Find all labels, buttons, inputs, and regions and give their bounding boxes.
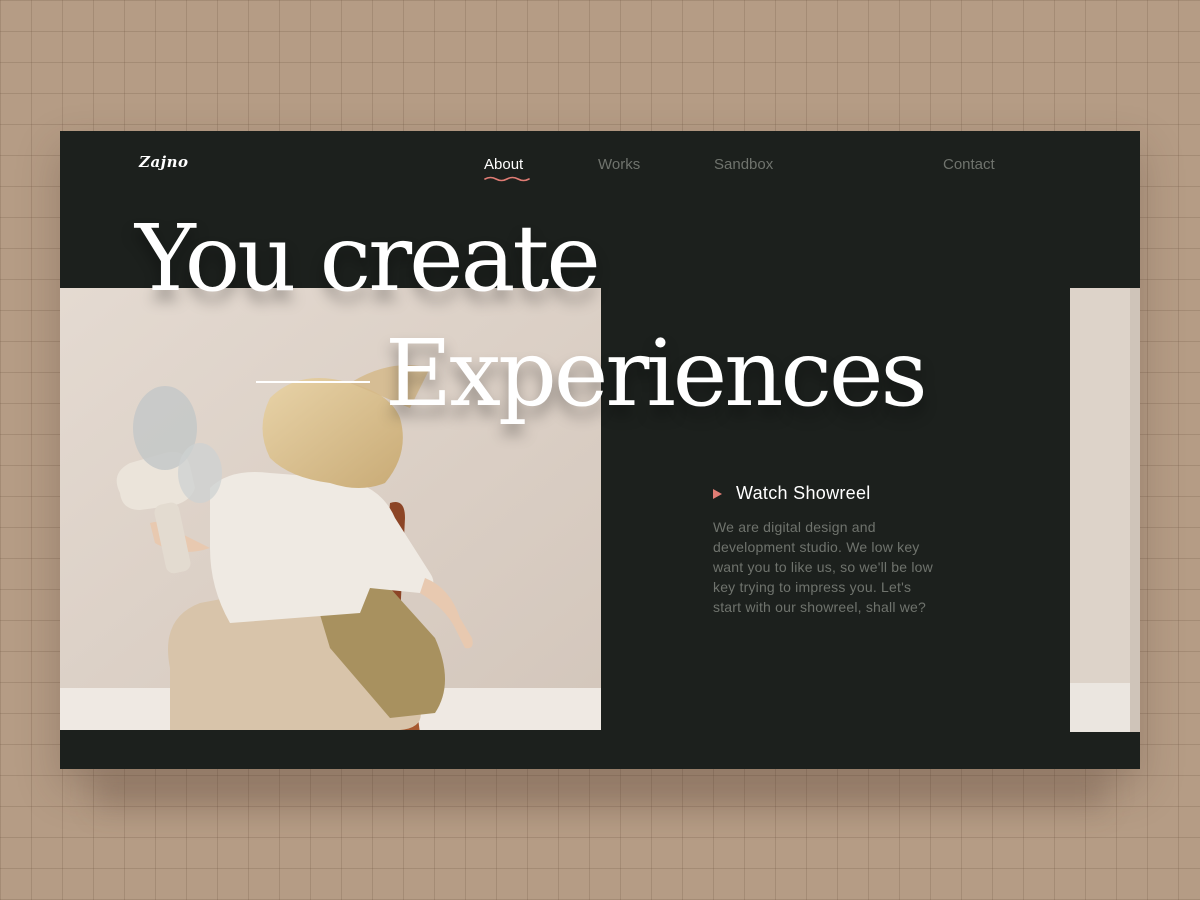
website-frame: Zajno About Works Sandbox Contact You cr… — [60, 131, 1140, 769]
side-photo-illustration — [1070, 288, 1140, 732]
nav-about[interactable]: About — [484, 156, 530, 182]
frame-shadow — [95, 770, 1105, 810]
nav-contact[interactable]: Contact — [943, 156, 995, 173]
watch-showreel-button[interactable]: Watch Showreel — [713, 483, 871, 504]
side-photo — [1070, 288, 1140, 732]
hero-headline-line2: Experiences — [385, 320, 928, 427]
watch-showreel-label: Watch Showreel — [736, 483, 871, 503]
nav-about-label: About — [484, 156, 524, 173]
brand-logo[interactable]: Zajno — [139, 153, 189, 171]
headline-dash — [256, 381, 370, 383]
wavy-underline-icon — [484, 176, 530, 182]
nav-sandbox[interactable]: Sandbox — [714, 156, 773, 173]
hero-headline-line1: You create — [135, 205, 601, 312]
play-icon — [713, 488, 722, 499]
nav-works[interactable]: Works — [598, 156, 640, 173]
studio-description: We are digital design and development st… — [713, 519, 933, 615]
